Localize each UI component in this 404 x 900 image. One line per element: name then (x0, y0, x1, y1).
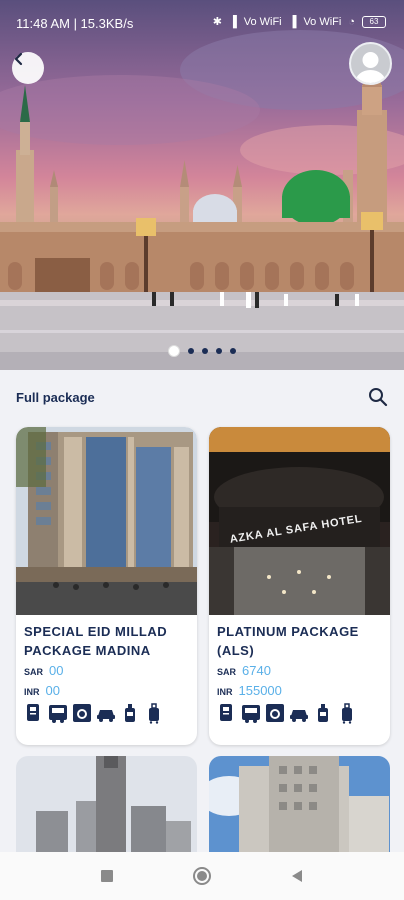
search-button[interactable] (367, 386, 389, 408)
package-card[interactable] (209, 756, 390, 856)
package-card[interactable]: AZKA AL SAFA HOTEL PLATINUM PACKAGE (ALS… (209, 427, 390, 745)
carousel-dots (0, 345, 404, 357)
hero-carousel[interactable]: 11:48 AM | 15.3KB/s ✱ ▐ Vo WiFi ▐ Vo WiF… (0, 0, 404, 370)
car-icon (289, 702, 309, 724)
amenities-row (217, 702, 357, 724)
home-button[interactable] (192, 866, 212, 886)
package-image (16, 427, 197, 615)
system-nav-bar (0, 852, 404, 900)
bottle-icon (313, 702, 333, 724)
battery-icon: 63 (362, 15, 386, 28)
wifi-icon: ◔ (348, 15, 355, 28)
package-card[interactable] (16, 756, 197, 856)
signal-icon: ▐ (288, 15, 297, 28)
bus-icon (241, 702, 261, 724)
inr-price: INR 00 (24, 683, 60, 698)
search-icon (369, 388, 388, 407)
package-name: SPECIAL EID MILLAD PACKAGE MADINA (24, 624, 168, 658)
status-bar: 11:48 AM | 15.3KB/s ✱ ▐ Vo WiFi ▐ Vo WiF… (0, 0, 404, 46)
washing-machine-icon (265, 702, 285, 724)
visa-icon (24, 702, 44, 724)
profile-avatar[interactable] (349, 42, 392, 85)
home-circle-icon (193, 867, 211, 885)
carousel-dot[interactable] (202, 348, 208, 354)
square-icon (101, 870, 113, 882)
package-card[interactable]: SPECIAL EID MILLAD PACKAGE MADINA SAR 00… (16, 427, 197, 745)
carousel-dot[interactable] (168, 345, 180, 357)
inr-price: INR 155000 (217, 683, 282, 698)
luggage-icon (144, 702, 164, 724)
washing-machine-icon (72, 702, 92, 724)
volte-wifi-label: Vo WiFi (243, 15, 282, 28)
signal-icon: ▐ (228, 15, 237, 28)
back-nav-button[interactable] (287, 866, 307, 886)
package-image: AZKA AL SAFA HOTEL (209, 427, 390, 615)
status-time: 11:48 AM | 15.3KB/s (16, 16, 134, 31)
visa-icon (217, 702, 237, 724)
bottle-icon (120, 702, 140, 724)
carousel-dot[interactable] (230, 348, 236, 354)
chevron-left-icon (14, 52, 23, 66)
package-image (209, 756, 390, 856)
car-icon (96, 702, 116, 724)
volte-wifi-label: Vo WiFi (303, 15, 342, 28)
recent-apps-button[interactable] (97, 866, 117, 886)
sar-price: SAR 6740 (217, 663, 271, 678)
sar-price: SAR 00 (24, 663, 64, 678)
back-button[interactable] (12, 52, 44, 84)
mosque-image (0, 30, 404, 370)
status-icons: ✱ ▐ Vo WiFi ▐ Vo WiFi ◔ 63 (213, 15, 386, 28)
triangle-back-icon (292, 870, 302, 882)
package-image (16, 756, 197, 856)
bluetooth-icon: ✱ (212, 16, 222, 28)
bus-icon (48, 702, 68, 724)
package-name: PLATINUM PACKAGE (ALS) (217, 624, 359, 658)
user-icon (355, 52, 386, 83)
luggage-icon (337, 702, 357, 724)
section-title: Full package (16, 390, 95, 405)
amenities-row (24, 702, 164, 724)
carousel-dot[interactable] (216, 348, 222, 354)
carousel-dot[interactable] (188, 348, 194, 354)
